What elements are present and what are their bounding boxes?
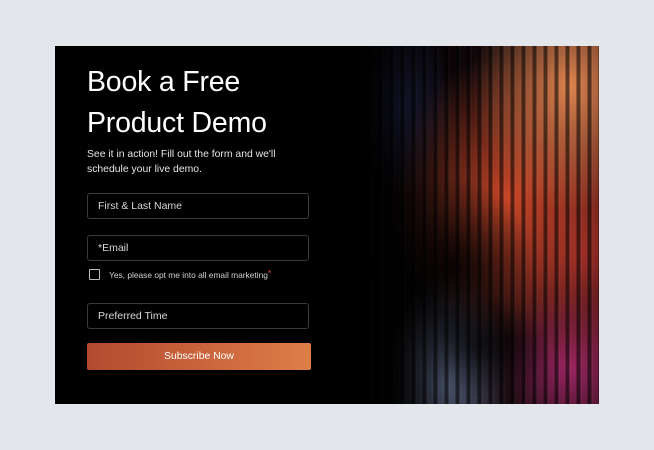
subtitle-line-1: See it in action! Fill out the form and … <box>87 149 276 160</box>
artwork-fade <box>340 46 599 404</box>
name-placeholder: First & Last Name <box>98 200 183 212</box>
time-placeholder: Preferred Time <box>98 310 168 322</box>
marketing-optin: Yes, please opt me into all email market… <box>89 267 272 280</box>
name-field[interactable]: First & Last Name <box>87 193 309 219</box>
preferred-time-field[interactable]: Preferred Time <box>87 303 309 329</box>
abstract-gradient-artwork <box>340 46 599 404</box>
subscribe-button[interactable]: Subscribe Now <box>87 343 311 370</box>
marketing-optin-label[interactable]: Yes, please opt me into all email market… <box>109 267 272 280</box>
required-asterisk: * <box>267 267 272 278</box>
subtitle-line-2: schedule your live demo. <box>87 164 202 175</box>
title-line-2: Product Demo <box>87 107 267 139</box>
page-title: Book a Free Product Demo <box>87 62 327 144</box>
title-line-1: Book a Free <box>87 66 241 98</box>
marketing-optin-checkbox[interactable] <box>89 269 100 280</box>
demo-signup-card: Book a Free Product Demo See it in actio… <box>55 46 599 404</box>
optin-text: Yes, please opt me into all email market… <box>109 269 268 280</box>
email-placeholder: *Email <box>98 242 129 254</box>
form-description: See it in action! Fill out the form and … <box>87 147 317 177</box>
email-field[interactable]: *Email <box>87 235 309 261</box>
subscribe-button-label: Subscribe Now <box>164 351 234 362</box>
